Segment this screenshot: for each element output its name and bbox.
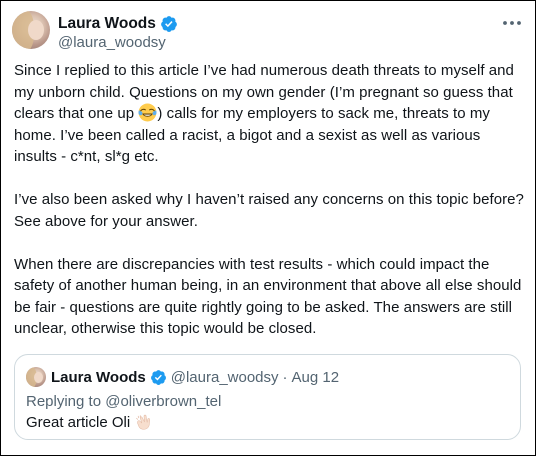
face-with-tears-of-joy-emoji — [138, 103, 157, 122]
author-avatar[interactable] — [12, 11, 50, 49]
quoted-text: Great article Oli — [26, 414, 131, 431]
quoted-author-name: Laura Woods — [51, 368, 146, 386]
tweet-paragraph-1: Since I replied to this article I’ve had… — [14, 60, 526, 168]
quoted-verified-badge-icon — [150, 369, 166, 385]
avatar-face — [28, 20, 44, 40]
quoted-separator: · — [282, 368, 288, 386]
quoted-tweet[interactable]: Laura Woods @laura_woodsy · Aug 12 Reply… — [14, 354, 521, 440]
more-options-icon — [503, 21, 521, 25]
quoted-author-handle: @laura_woodsy — [170, 368, 279, 386]
more-options-button[interactable] — [498, 13, 526, 33]
tweet-paragraph-3: When there are discrepancies with test r… — [14, 255, 522, 338]
tweet-paragraph-2: I’ve also been asked why I haven’t raise… — [14, 191, 524, 230]
quoted-author-avatar — [26, 367, 46, 387]
quoted-avatar-face — [34, 372, 43, 383]
author-handle[interactable]: @laura_woodsy — [58, 34, 166, 51]
quoted-text-row: Great article Oli — [26, 414, 154, 431]
tweet-body: Since I replied to this article I’ve had… — [14, 60, 526, 340]
author-name[interactable]: Laura Woods — [58, 15, 156, 33]
tweet-card: Laura Woods @laura_woodsy Since I replie… — [0, 0, 536, 456]
quoted-date: Aug 12 — [291, 368, 340, 386]
quoted-header: Laura Woods @laura_woodsy · Aug 12 — [51, 367, 339, 387]
clapping-hands-emoji — [136, 414, 151, 430]
verified-badge-icon — [161, 16, 177, 32]
author-name-row: Laura Woods — [58, 14, 178, 34]
quoted-reply-line: Replying to @oliverbrown_tel — [26, 393, 222, 410]
